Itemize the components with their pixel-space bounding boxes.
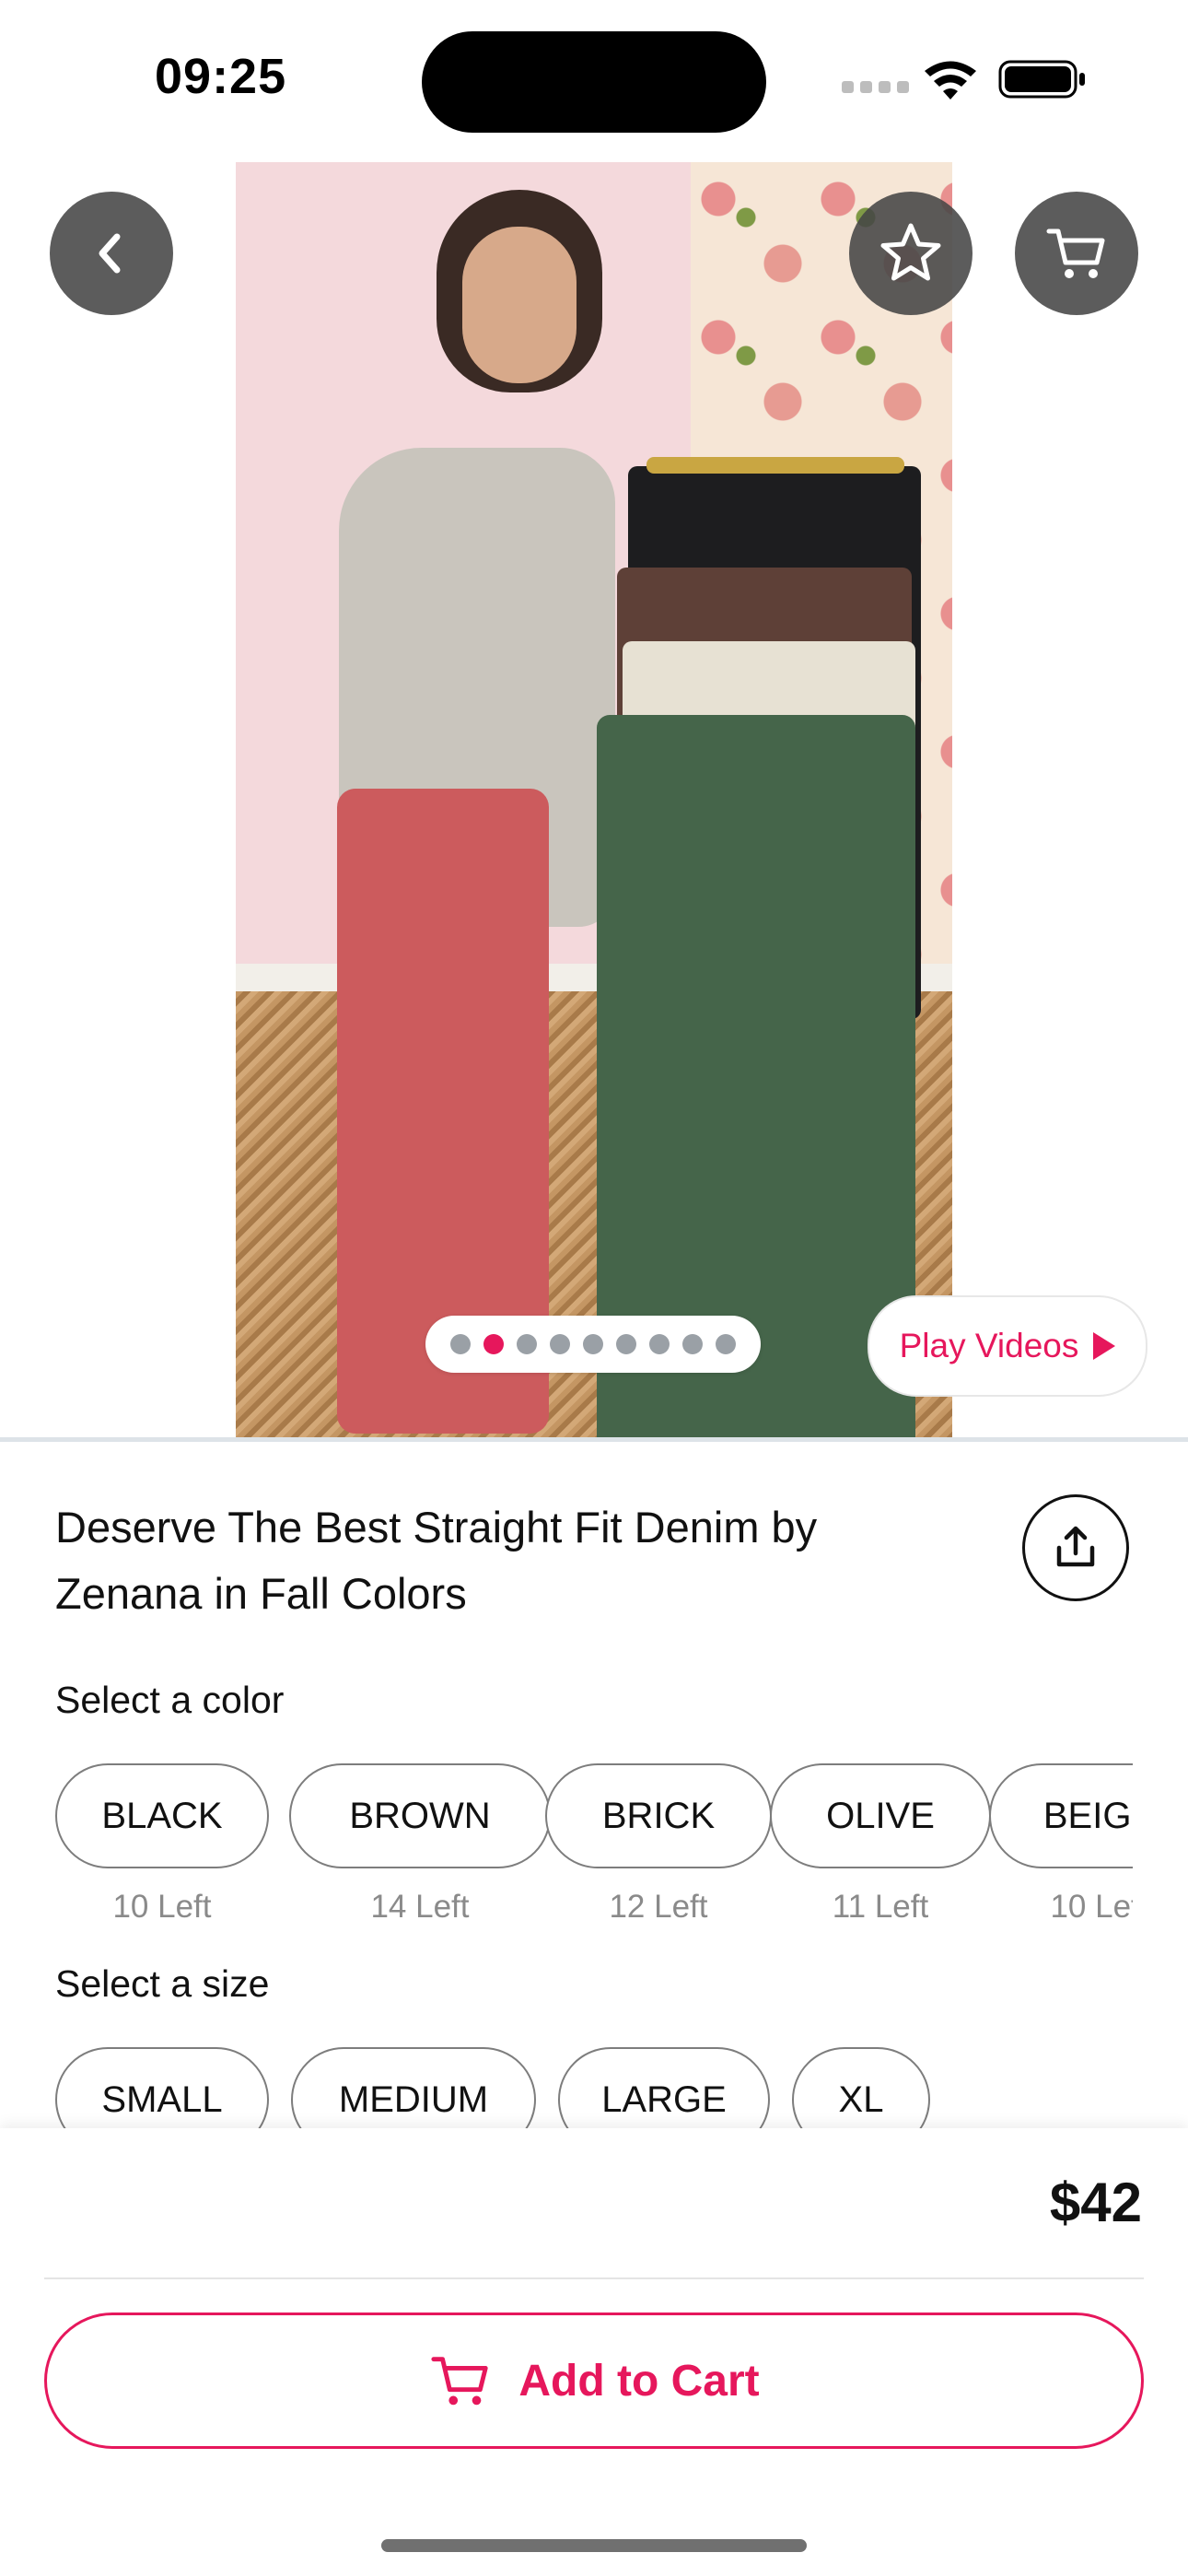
size-option-medium[interactable]: MEDIUM [291, 2047, 536, 2130]
cart-button[interactable] [1015, 192, 1138, 315]
pager-dot[interactable] [616, 1334, 636, 1354]
color-stock-count: 10 Left [1050, 1889, 1133, 1925]
home-indicator[interactable] [381, 2539, 807, 2552]
cart-icon [1046, 228, 1105, 278]
back-button[interactable] [50, 192, 173, 315]
play-videos-button[interactable]: Play Videos [868, 1295, 1147, 1397]
pager-dot[interactable] [682, 1334, 703, 1354]
pager-dot[interactable] [483, 1334, 504, 1354]
chevron-left-icon [99, 233, 121, 274]
color-stock-count: 11 Left [832, 1889, 929, 1925]
price: $42 [1049, 2172, 1142, 2233]
model-face [462, 227, 577, 383]
color-stock-count: 14 Left [370, 1889, 470, 1925]
color-option-beige[interactable]: BEIGE [989, 1763, 1133, 1868]
pager-dot[interactable] [649, 1334, 670, 1354]
play-videos-label: Play Videos [899, 1327, 1079, 1364]
star-icon [880, 223, 941, 281]
color-section-label: Select a color [55, 1679, 285, 1721]
add-to-cart-label: Add to Cart [518, 2356, 760, 2406]
size-option-large[interactable]: LARGE [558, 2047, 770, 2130]
divider [44, 2277, 1144, 2279]
product-image[interactable] [236, 162, 952, 1437]
color-stock-count: 12 Left [609, 1889, 708, 1925]
divider [0, 1437, 1188, 1442]
pager-dot[interactable] [450, 1334, 471, 1354]
battery-icon [998, 60, 1085, 99]
color-options: BLACK 10 Left BROWN 14 Left BRICK 12 Left OLIV… [55, 1763, 1133, 1929]
color-option-olive[interactable]: OLIVE [770, 1763, 991, 1868]
size-options: SMALL MEDIUM LARGE XL [55, 2047, 1133, 2130]
add-to-cart-button[interactable]: Add to Cart [44, 2313, 1144, 2449]
image-pager[interactable] [425, 1316, 761, 1373]
size-option-xl[interactable]: XL [792, 2047, 930, 2130]
size-option-small[interactable]: SMALL [55, 2047, 269, 2130]
pager-dot[interactable] [517, 1334, 537, 1354]
product-title: Deserve The Best Straight Fit Denim by Z… [55, 1503, 818, 1618]
color-option-black[interactable]: BLACK [55, 1763, 269, 1868]
dynamic-island [422, 31, 766, 133]
color-option-brick[interactable]: BRICK [545, 1763, 772, 1868]
color-stock-count: 10 Left [112, 1889, 212, 1925]
cart-icon [431, 2357, 488, 2406]
pager-dot[interactable] [583, 1334, 603, 1354]
color-option-brown[interactable]: BROWN [289, 1763, 551, 1868]
pager-dot[interactable] [716, 1334, 736, 1354]
wifi-icon [925, 61, 976, 100]
size-section-label: Select a size [55, 1962, 270, 2005]
cellular-signal-icon [842, 81, 909, 93]
share-icon [1056, 1526, 1095, 1567]
status-time: 09:25 [155, 49, 287, 104]
pager-dot[interactable] [550, 1334, 570, 1354]
play-icon [1093, 1332, 1116, 1360]
favorite-button[interactable] [849, 192, 973, 315]
share-button[interactable] [1022, 1494, 1129, 1601]
hanger [646, 457, 904, 474]
